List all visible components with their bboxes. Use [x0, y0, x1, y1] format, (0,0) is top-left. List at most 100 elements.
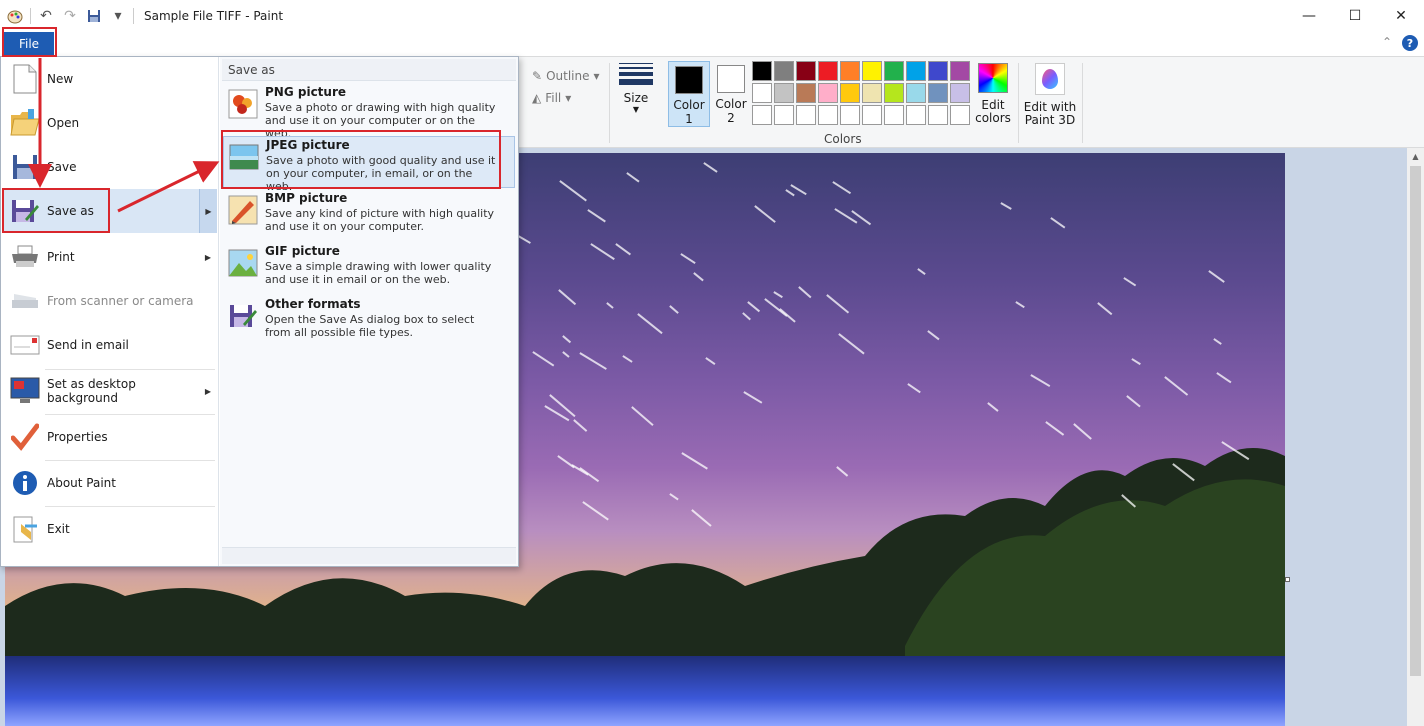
palette-swatch[interactable] — [906, 83, 926, 103]
menu-item-label: Send in email — [47, 338, 129, 352]
star-trail — [851, 210, 871, 225]
menu-item-send-email[interactable]: Send in email — [3, 323, 217, 367]
star-trail — [562, 335, 572, 344]
palette-swatch[interactable] — [774, 83, 794, 103]
star-trail — [1000, 202, 1013, 210]
fill-label: Fill — [545, 91, 562, 105]
scroll-thumb[interactable] — [1410, 166, 1421, 676]
checkmark-icon — [9, 421, 41, 453]
palette-swatch[interactable] — [818, 105, 838, 125]
star-trail — [1216, 372, 1231, 383]
palette-swatch[interactable] — [774, 105, 794, 125]
star-trail — [907, 383, 922, 393]
star-trail — [1030, 374, 1051, 387]
palette-swatch[interactable] — [840, 105, 860, 125]
menu-item-about[interactable]: About Paint — [3, 461, 217, 505]
minimize-button[interactable]: — — [1286, 0, 1332, 32]
star-trail — [1045, 420, 1064, 435]
menu-item-exit[interactable]: Exit — [3, 507, 217, 551]
palette-swatch[interactable] — [862, 105, 882, 125]
menu-item-label: About Paint — [47, 476, 116, 490]
palette-swatch[interactable] — [906, 61, 926, 81]
star-trail — [838, 332, 865, 354]
menu-item-print[interactable]: Print ▶ — [3, 235, 217, 279]
palette-swatch[interactable] — [752, 61, 772, 81]
star-trail — [631, 406, 655, 426]
palette-swatch[interactable] — [752, 105, 772, 125]
info-icon — [9, 467, 41, 499]
star-trail — [747, 301, 761, 312]
star-trail — [573, 419, 587, 432]
palette-swatch[interactable] — [796, 105, 816, 125]
window-controls: — ☐ ✕ — [1286, 0, 1424, 32]
palette-swatch[interactable] — [928, 61, 948, 81]
palette-swatch[interactable] — [884, 83, 904, 103]
size-label: Size — [623, 91, 649, 105]
palette-swatch[interactable] — [928, 83, 948, 103]
star-trail — [559, 180, 587, 202]
color1-swatch — [675, 66, 703, 94]
edit-colors-button[interactable]: Edit colors — [974, 61, 1012, 125]
palette-swatch[interactable] — [862, 61, 882, 81]
size-button[interactable]: Size ▼ — [616, 63, 656, 114]
palette-swatch[interactable] — [862, 83, 882, 103]
color-palette — [752, 61, 970, 125]
email-icon — [9, 329, 41, 361]
color2-label: Color 2 — [715, 97, 747, 125]
edit-colors-label: Edit colors — [975, 98, 1011, 125]
palette-swatch[interactable] — [884, 61, 904, 81]
color2-swatch — [717, 65, 745, 93]
palette-swatch[interactable] — [752, 83, 772, 103]
star-trail — [785, 188, 795, 196]
submenu-arrow-icon[interactable]: ▶ — [199, 253, 217, 262]
paint3d-label: Edit with Paint 3D — [1023, 100, 1077, 127]
palette-swatch[interactable] — [796, 83, 816, 103]
menu-item-label: Properties — [47, 430, 108, 444]
colors-group-label: Colors — [824, 132, 862, 146]
palette-swatch[interactable] — [818, 83, 838, 103]
save-option-description: Save a simple drawing with lower quality… — [265, 260, 492, 286]
palette-swatch[interactable] — [950, 105, 970, 125]
printer-icon — [9, 241, 41, 273]
color2-button[interactable]: Color 2 — [710, 61, 752, 127]
submenu-arrow-icon[interactable]: ▶ — [199, 387, 217, 396]
close-button[interactable]: ✕ — [1378, 0, 1424, 32]
scroll-up-icon[interactable]: ▲ — [1407, 148, 1424, 165]
glowing-field — [5, 656, 1285, 726]
palette-swatch[interactable] — [950, 83, 970, 103]
chevron-down-icon: ▼ — [632, 105, 640, 114]
gif-picture-icon — [227, 247, 259, 279]
save-as-gif[interactable]: GIF picture Save a simple drawing with l… — [223, 243, 515, 295]
desktop-icon — [9, 375, 41, 407]
save-as-other-formats[interactable]: Other formats Open the Save As dialog bo… — [223, 296, 515, 348]
palette-swatch[interactable] — [884, 105, 904, 125]
resize-handle[interactable] — [1285, 577, 1290, 582]
menu-item-label: Print — [47, 250, 75, 264]
color1-button[interactable]: Color 1 — [668, 61, 710, 127]
star-trail — [590, 243, 615, 261]
palette-swatch[interactable] — [840, 83, 860, 103]
palette-swatch[interactable] — [950, 61, 970, 81]
maximize-button[interactable]: ☐ — [1332, 0, 1378, 32]
palette-swatch[interactable] — [840, 61, 860, 81]
exit-icon — [9, 513, 41, 545]
star-trail — [743, 391, 763, 404]
palette-swatch[interactable] — [928, 105, 948, 125]
palette-swatch[interactable] — [796, 61, 816, 81]
fill-button[interactable]: ◭ Fill ▾ — [532, 87, 600, 109]
menu-item-properties[interactable]: Properties — [3, 415, 217, 459]
palette-swatch[interactable] — [818, 61, 838, 81]
help-icon[interactable]: ? — [1402, 35, 1418, 51]
collapse-ribbon-icon[interactable]: ⌃ — [1382, 35, 1392, 51]
palette-swatch[interactable] — [774, 61, 794, 81]
outline-button[interactable]: ✎ Outline ▾ — [532, 65, 600, 87]
star-trail — [587, 209, 606, 223]
scanner-icon — [9, 285, 41, 317]
palette-swatch[interactable] — [906, 105, 926, 125]
menu-item-desktop-background[interactable]: Set as desktop background ▶ — [3, 369, 217, 413]
edit-with-paint3d-button[interactable]: Edit with Paint 3D — [1022, 61, 1078, 127]
paint3d-icon — [1035, 63, 1065, 95]
star-trail — [1015, 301, 1026, 309]
star-trail — [705, 357, 716, 365]
vertical-scrollbar[interactable]: ▲ — [1407, 148, 1424, 726]
